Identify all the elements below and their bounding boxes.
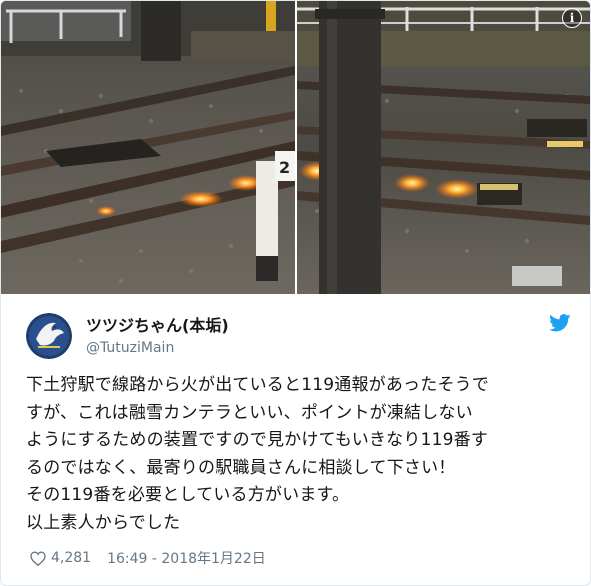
photo-left-rails-with-flames[interactable]: 2: [1, 1, 295, 294]
tweet-text-line: その119番を必要としている方がいます。: [26, 485, 350, 505]
post-sign-number: 2: [279, 158, 290, 177]
author-names: ツツジちゃん(本垢) @TutuziMain: [86, 316, 229, 358]
heart-icon: [30, 550, 46, 566]
author-handle[interactable]: @TutuziMain: [86, 338, 229, 358]
rail-flame-photo-2: [297, 1, 590, 294]
avatar-eagle-icon[interactable]: [26, 313, 72, 359]
like-button[interactable]: 4,281: [30, 550, 91, 566]
tweet-media[interactable]: 2 i: [1, 1, 590, 294]
tweet-text-line: 下土狩駅で線路から火が出ていると119通報があったそうで: [26, 375, 490, 395]
embedded-tweet-card[interactable]: 2 i ツツジちゃん(本垢) @TutuziMain 下土狩駅で線路から火が出て…: [0, 0, 591, 586]
tweet-footer: 4,281 16:49 - 2018年1月22日: [30, 548, 266, 568]
tweet-text-line: 以上素人からでした: [26, 512, 181, 533]
tweet-text-line: るのではなく、最寄りの駅職員さんに相談して下さい！: [26, 457, 456, 478]
tweet-header: ツツジちゃん(本垢) @TutuziMain: [26, 310, 571, 362]
like-count: 4,281: [51, 550, 92, 566]
author-display-name[interactable]: ツツジちゃん(本垢): [86, 316, 229, 336]
tweet-text-line: すが、これは融雪カンテラといい、ポイントが凍結しない: [26, 402, 473, 423]
photo-right-pole-and-flames[interactable]: i: [297, 1, 590, 294]
info-icon[interactable]: i: [562, 8, 582, 28]
twitter-bird-icon[interactable]: [549, 314, 571, 336]
rail-flame-photo-1: 2: [1, 1, 295, 294]
tweet-text-line: ようにするための装置ですので見かけてもいきなり119番す: [26, 430, 489, 450]
tweet-text: 下土狩駅で線路から火が出ていると119通報があったそうで すが、これは融雪カンテ…: [26, 372, 571, 537]
tweet-timestamp[interactable]: 16:49 - 2018年1月22日: [107, 548, 266, 568]
